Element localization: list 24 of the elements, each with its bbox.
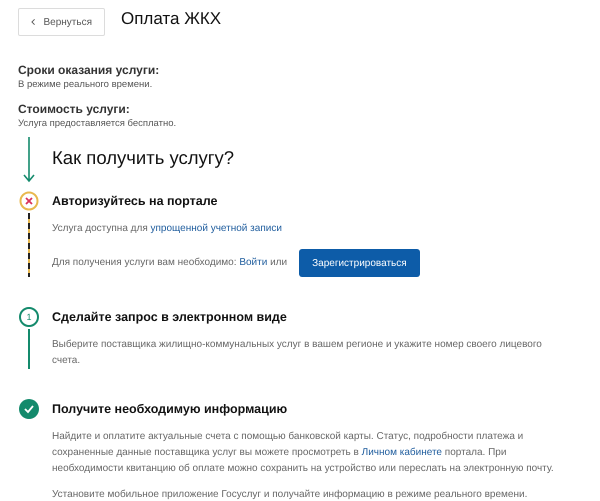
- login-prompt: Для получения услуги вам необходимо: Войти или: [52, 256, 288, 270]
- arrow-down-icon: [23, 137, 35, 183]
- info-value: Услуга предоставляется бесплатно.: [18, 118, 178, 129]
- info-label: Стоимость услуги:: [18, 102, 131, 116]
- section-heading: Как получить услугу?: [52, 147, 236, 170]
- step-title: Сделайте запрос в электронном виде: [52, 309, 288, 326]
- login-link[interactable]: Войти: [239, 257, 268, 268]
- info-label: Сроки оказания услуги:: [18, 63, 160, 77]
- link[interactable]: упрощенной учетной записи: [150, 223, 282, 234]
- cross-icon: [19, 191, 39, 211]
- step-description: Услуга доступна для упрощенной учетной записи: [52, 222, 283, 236]
- chevron-left-icon: [31, 18, 36, 26]
- link[interactable]: Личном кабинете: [362, 447, 442, 458]
- register-button[interactable]: Зарегистрироваться: [299, 249, 420, 277]
- info-value: В режиме реального времени.: [18, 79, 154, 90]
- step-number: 1: [19, 307, 39, 327]
- check-icon: [19, 399, 39, 419]
- step-description: Установите мобильное приложение Госуслуг и получайте информацию в режиме реального времени.: [52, 488, 528, 501]
- page-title: Оплата ЖКХ: [121, 9, 222, 29]
- step-description: Выберите поставщика жилищно-коммунальных услуг в вашем регионе и укажите номер своего лицевого счета.: [52, 338, 543, 368]
- step-title: Получите необходимую информацию: [52, 401, 288, 418]
- step-description: Найдите и оплатите актуальные счета с помощью банковской карты. Статус, подробности платежа и сохраненные данные поставщика услуг вы можете просмотреть в Личном кабинете портала. При необходимости квитанцию об оплате можно сохранить на устройство или переслать на электронную почту.: [52, 430, 555, 476]
- back-button[interactable]: Вернуться: [18, 8, 105, 36]
- step-title: Авторизуйтесь на портале: [52, 193, 218, 210]
